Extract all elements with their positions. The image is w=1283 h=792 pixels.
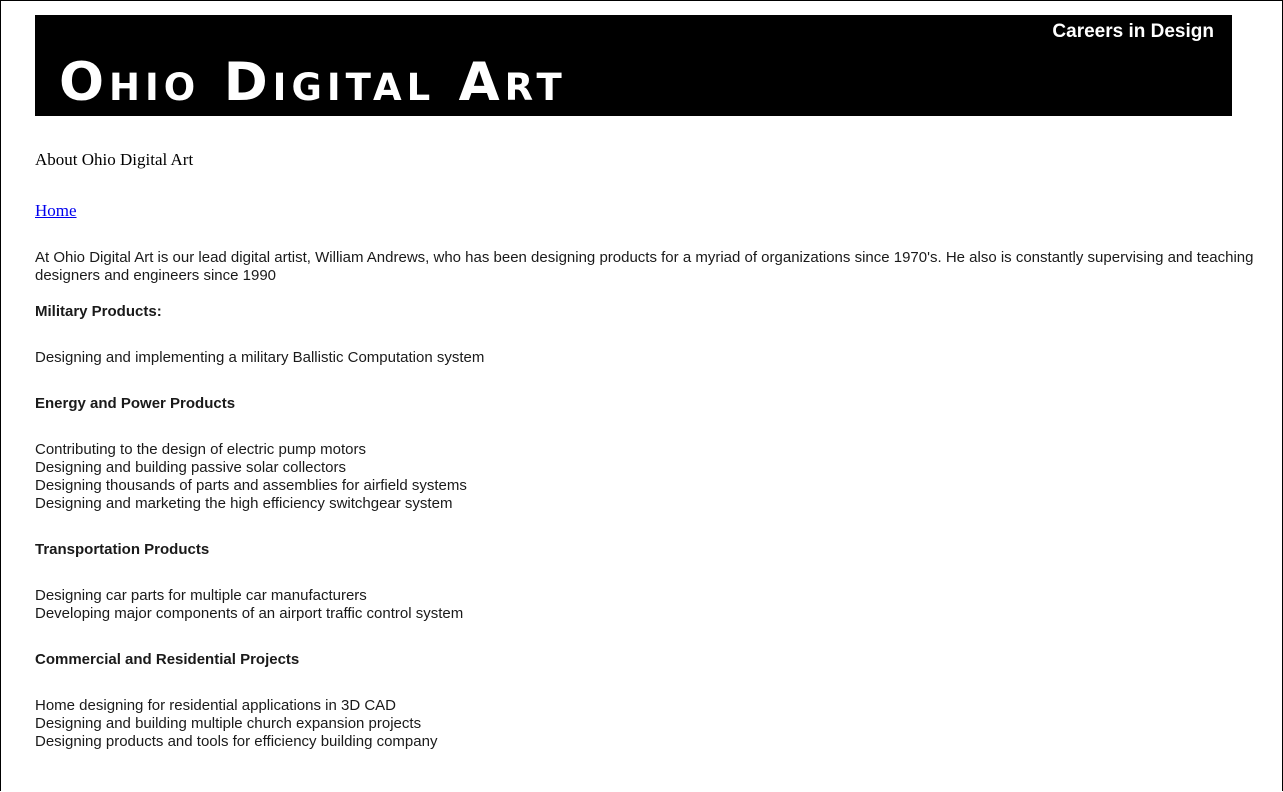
home-link[interactable]: Home — [35, 201, 77, 221]
section-title-military: Military Products: — [35, 303, 162, 320]
list-item: Designing thousands of parts and assembl… — [35, 477, 467, 494]
section-title-energy: Energy and Power Products — [35, 395, 236, 412]
list-item: Designing products and tools for efficie… — [35, 733, 438, 750]
section-title-commercial: Commercial and Residential Projects — [35, 651, 300, 668]
main-content: At Ohio Digital Art is our lead digital … — [35, 249, 1270, 751]
site-logo: Ohio Digital Art — [59, 52, 567, 113]
list-item: Designing car parts for multiple car man… — [35, 587, 367, 604]
page-title: About Ohio Digital Art — [35, 150, 194, 169]
list-item: Designing and building passive solar col… — [35, 459, 347, 476]
section-items-commercial: Home designing for residential applicati… — [35, 697, 1270, 751]
list-item: Designing and building multiple church e… — [35, 715, 422, 732]
list-item: Contributing to the design of electric p… — [35, 441, 367, 458]
section-items-energy: Contributing to the design of electric p… — [35, 441, 1270, 513]
list-item: Designing and implementing a military Ba… — [35, 349, 485, 366]
section-items-military: Designing and implementing a military Ba… — [35, 349, 1270, 367]
intro-paragraph: At Ohio Digital Art is our lead digital … — [35, 249, 1254, 284]
site-banner: Careers in Design Ohio Digital Art — [35, 15, 1232, 116]
section-items-transportation: Designing car parts for multiple car man… — [35, 587, 1270, 623]
banner-tagline: Careers in Design — [1052, 21, 1214, 42]
list-item: Home designing for residential applicati… — [35, 697, 397, 714]
section-title-transportation: Transportation Products — [35, 541, 210, 558]
list-item: Designing and marketing the high efficie… — [35, 495, 453, 512]
list-item: Developing major components of an airpor… — [35, 605, 464, 622]
